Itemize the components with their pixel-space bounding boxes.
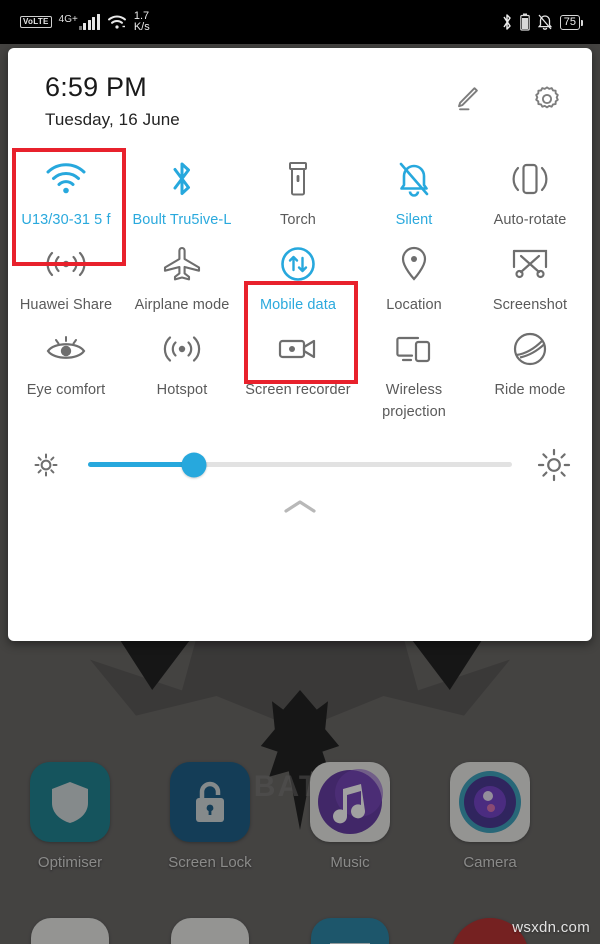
collapse-panel-handle[interactable] (8, 488, 592, 526)
tile-row-1: U13/30-31 5 f Boult Tru5ive-L Torch Sile… (8, 146, 592, 231)
tile-eye-comfort[interactable]: Eye comfort (8, 316, 124, 424)
bell-off-icon (537, 13, 553, 31)
tile-location[interactable]: Location (356, 231, 472, 316)
tile-label: Eye comfort (26, 382, 106, 399)
clock-time: 6:59 PM (45, 72, 147, 102)
panel-header: 6:59 PM Tuesday, 16 June (8, 48, 592, 130)
tile-screen-recorder[interactable]: Screen recorder (240, 316, 356, 424)
panel-header-actions (449, 72, 564, 116)
location-pin-icon (399, 241, 429, 287)
airplane-icon (162, 241, 202, 287)
cast-icon (394, 326, 434, 372)
gear-icon (532, 84, 562, 114)
tile-label: Location (386, 297, 442, 314)
tile-label: U13/30-31 5 f (21, 212, 111, 229)
pencil-icon (451, 84, 481, 114)
volte-icon: VoLTE (20, 16, 52, 28)
battery-icon (519, 13, 530, 31)
tile-label: Hotspot (156, 382, 208, 399)
status-bar: VoLTE 4G+ 1.7 K/s 75 (0, 0, 600, 44)
data-rate-indicator: 1.7 K/s (134, 11, 150, 33)
wifi-icon (107, 14, 127, 30)
signal-bars-icon: 4G+ (58, 13, 100, 30)
tile-label: Airplane mode (134, 297, 230, 314)
chevron-up-icon (283, 498, 317, 516)
camcorder-icon (277, 326, 319, 372)
tile-ride-mode[interactable]: Ride mode (472, 316, 588, 424)
flashlight-icon (285, 156, 311, 202)
mobile-data-icon (279, 241, 317, 287)
tile-label: Boult Tru5ive-L (132, 212, 232, 229)
eye-icon (45, 326, 87, 372)
tile-auto-rotate[interactable]: Auto-rotate (472, 146, 588, 231)
tile-label: Auto-rotate (493, 212, 567, 229)
data-rate-unit: K/s (133, 21, 150, 33)
brightness-slider-fill (88, 462, 194, 468)
tile-row-3: Eye comfort Hotspot Screen recorder Wire… (8, 316, 592, 424)
helmet-icon (511, 326, 549, 372)
settings-button[interactable] (530, 82, 564, 116)
bell-off-icon (397, 156, 431, 202)
tile-silent[interactable]: Silent (356, 146, 472, 231)
tile-huawei-share[interactable]: Huawei Share (8, 231, 124, 316)
tile-label: Huawei Share (19, 297, 113, 314)
hotspot-icon (163, 326, 201, 372)
tile-torch[interactable]: Torch (240, 146, 356, 231)
brightness-slider-thumb[interactable] (181, 452, 207, 478)
brightness-slider[interactable] (88, 452, 512, 478)
broadcast-icon (45, 241, 87, 287)
tile-wireless-projection[interactable]: Wireless projection (356, 316, 472, 424)
tile-label: Torch (280, 212, 316, 229)
sun-small-icon (8, 452, 84, 478)
tile-label: Wireless projection (382, 382, 446, 420)
quick-settings-panel: 6:59 PM Tuesday, 16 June U13/30-31 5 f B… (8, 48, 592, 641)
tile-label: Screen recorder (245, 382, 351, 399)
network-type-label: 4G+ (58, 13, 78, 25)
tile-airplane-mode[interactable]: Airplane mode (124, 231, 240, 316)
watermark: wsxdn.com (512, 919, 590, 936)
bluetooth-icon (501, 13, 513, 31)
tile-mobile-data[interactable]: Mobile data (240, 231, 356, 316)
tile-screenshot[interactable]: Screenshot (472, 231, 588, 316)
tile-hotspot[interactable]: Hotspot (124, 316, 240, 424)
bluetooth-icon (169, 156, 195, 202)
tile-label: Mobile data (259, 297, 337, 314)
quick-settings-tiles: U13/30-31 5 f Boult Tru5ive-L Torch Sile… (8, 130, 592, 424)
tile-wifi[interactable]: U13/30-31 5 f (8, 146, 124, 231)
tile-bluetooth[interactable]: Boult Tru5ive-L (124, 146, 240, 231)
clock-date: Tuesday, 16 June (45, 110, 180, 130)
brightness-slider-row (8, 430, 592, 482)
sun-large-icon (516, 448, 592, 482)
clock-block: 6:59 PM Tuesday, 16 June (45, 72, 180, 130)
rotate-icon (510, 156, 550, 202)
tile-label: Ride mode (494, 382, 566, 399)
edit-button[interactable] (449, 82, 483, 116)
battery-percent-label: 75 (559, 14, 584, 30)
wifi-icon (45, 156, 87, 202)
tile-label: Screenshot (492, 297, 568, 314)
tile-label: Silent (395, 212, 433, 229)
tile-row-2: Huawei Share Airplane mode Mobile data L… (8, 231, 592, 316)
scissors-icon (510, 241, 550, 287)
